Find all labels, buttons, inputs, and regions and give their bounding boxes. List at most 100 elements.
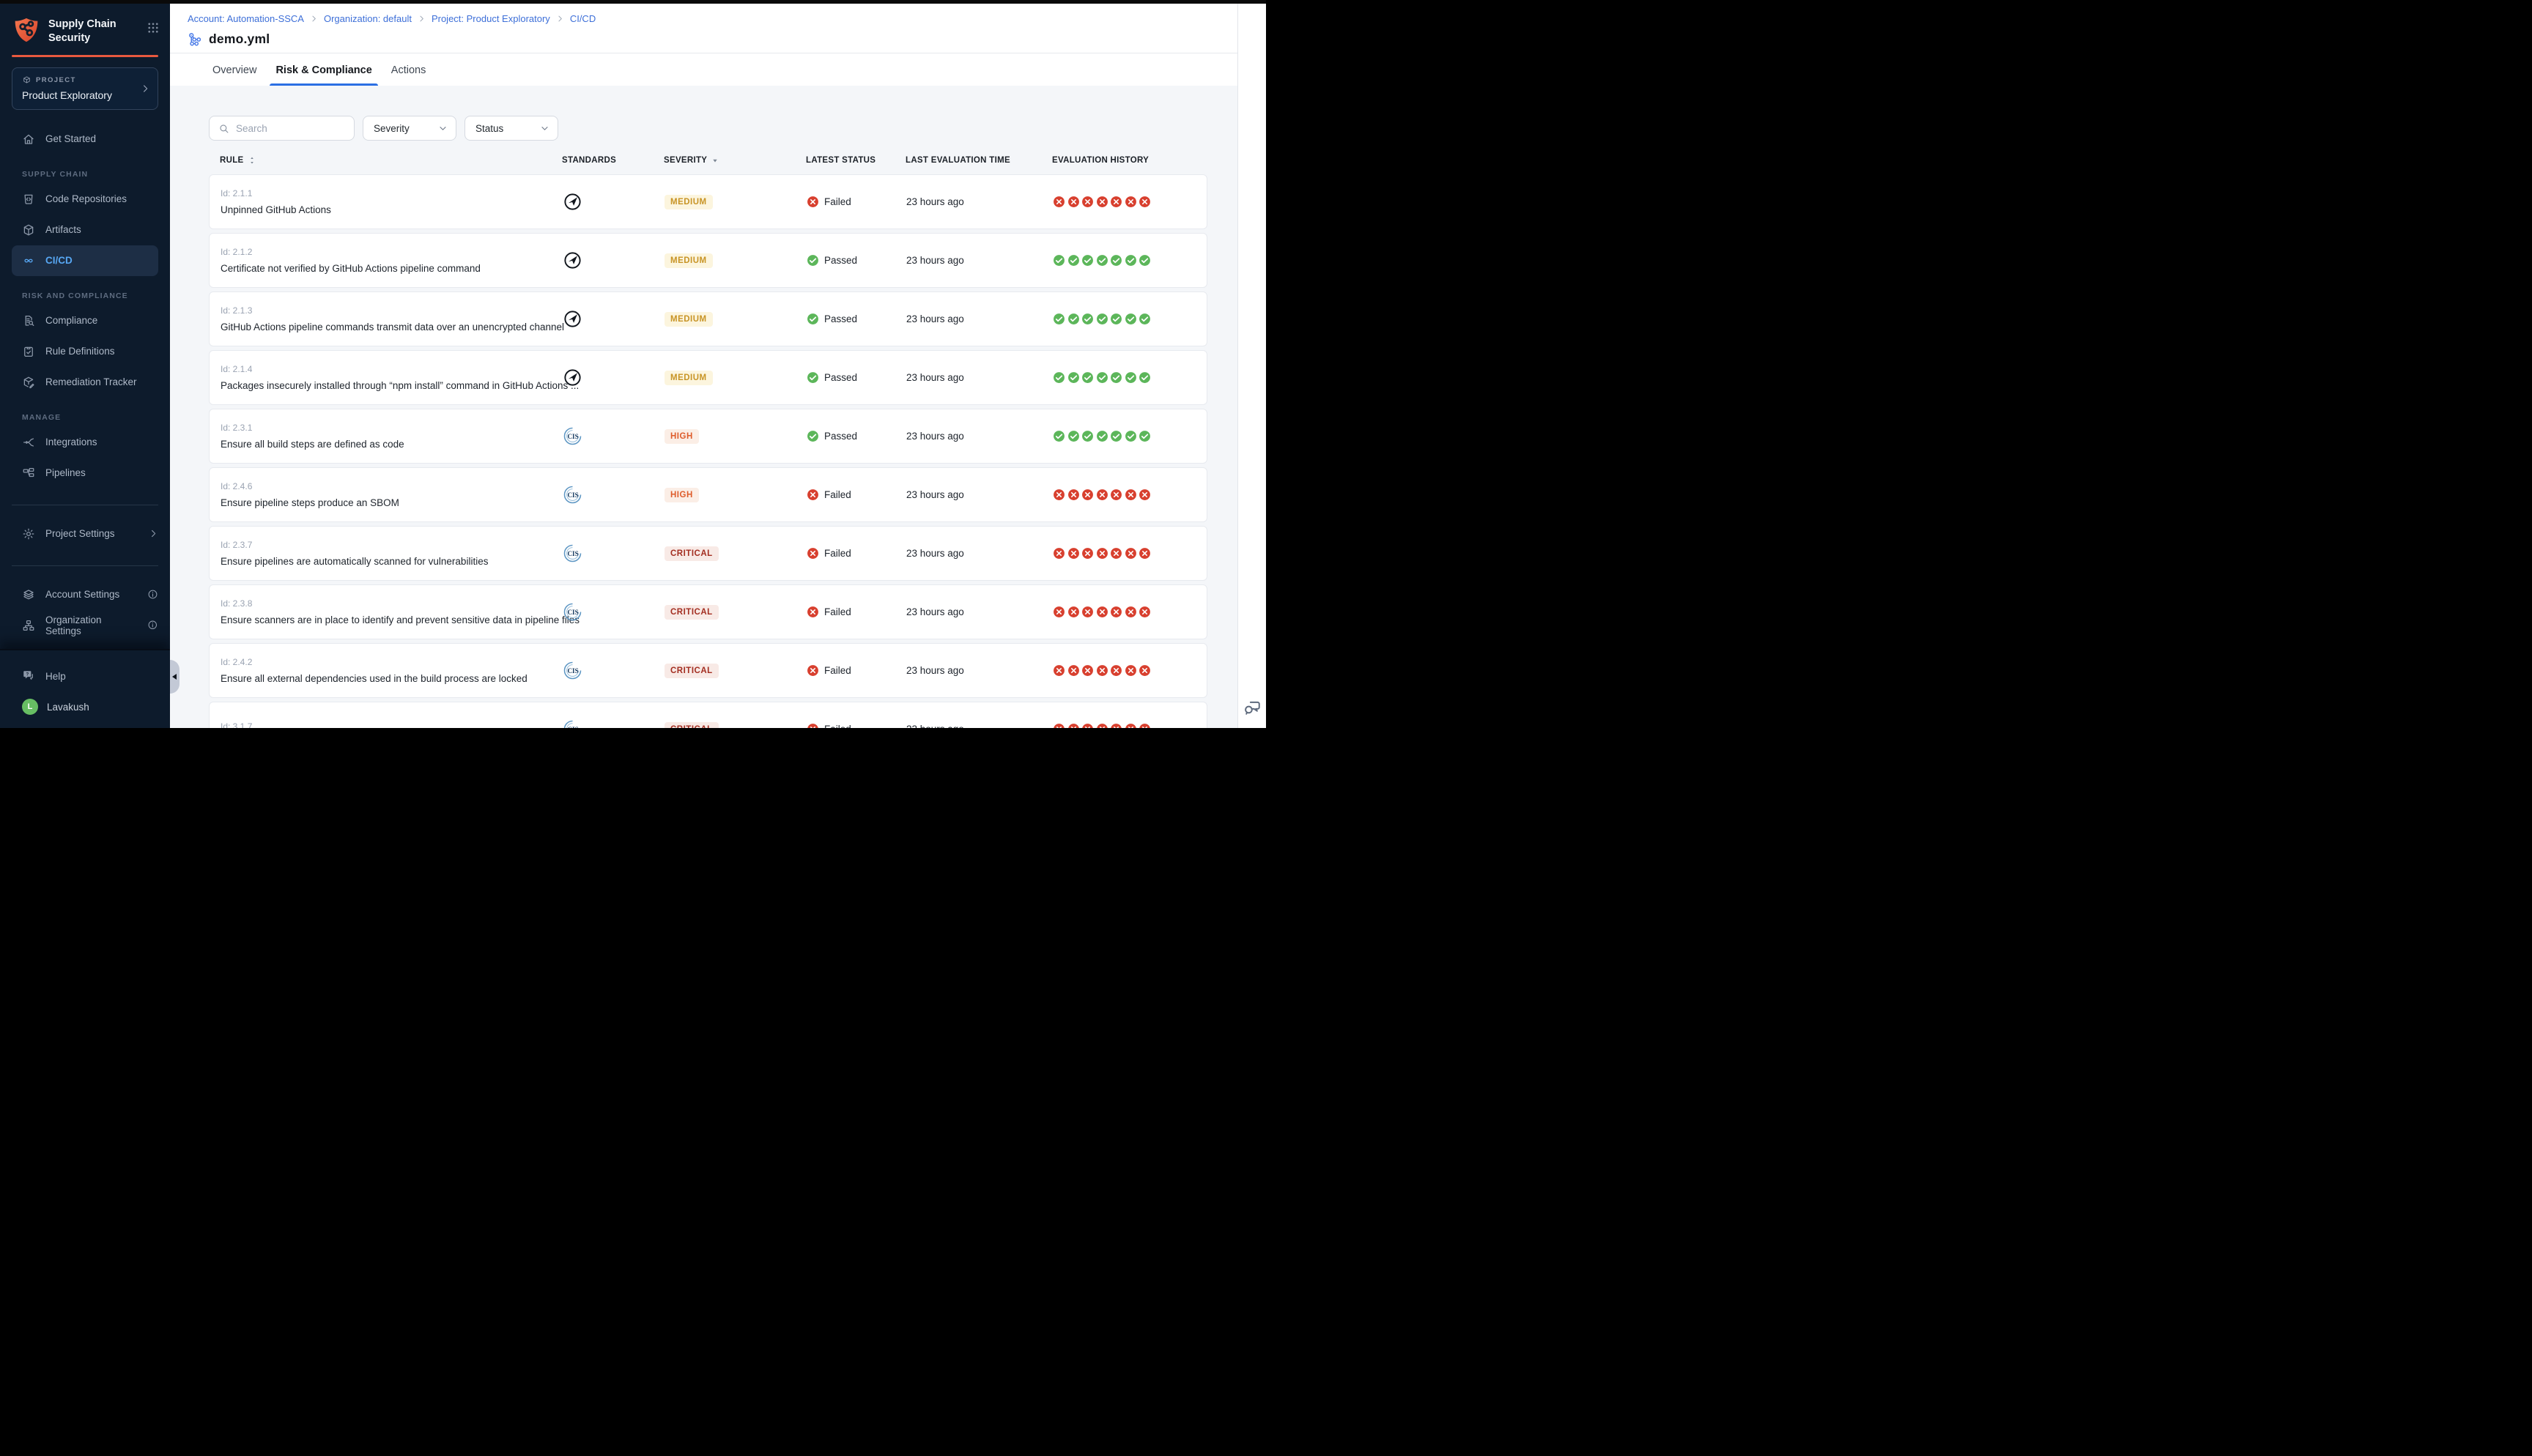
breadcrumb-link-cicd[interactable]: CI/CD [570,13,596,24]
sidebar-item-help[interactable]: ? Help [0,661,170,691]
gear-icon [22,527,35,541]
sidebar-item-compliance[interactable]: Compliance [0,305,170,336]
x-circle-icon [1125,664,1137,677]
sidebar-item-pipelines[interactable]: Pipelines [0,458,170,489]
evaluation-history [1042,254,1207,267]
cis-icon: CIS [563,661,582,680]
x-circle-icon [1125,196,1137,208]
search-input[interactable] [236,123,347,134]
table-row[interactable]: Id: 2.3.1 Ensure all build steps are def… [209,409,1207,464]
info-icon [147,620,158,631]
breadcrumb-separator-icon [310,15,318,23]
check-circle-icon [1053,371,1065,384]
rule-id: Id: 2.1.1 [221,188,552,198]
sidebar-item-ci-cd[interactable]: CI/CD [12,245,158,276]
x-circle-icon [1067,664,1080,677]
check-circle-icon [1067,430,1080,442]
table-row[interactable]: Id: 2.1.2 Certificate not verified by Gi… [209,233,1207,288]
x-circle-icon [1139,489,1151,501]
project-label: PROJECT [36,76,76,84]
check-circle-icon [807,430,819,442]
breadcrumb-link-organization[interactable]: Organization: default [324,13,412,24]
tab-risk-compliance[interactable]: Risk & Compliance [270,64,377,86]
sidebar: Supply Chain Security PROJECT Product Ex… [0,4,170,728]
rule-name: Packages insecurely installed through “n… [221,380,552,391]
tab-actions[interactable]: Actions [385,64,432,86]
evaluation-time: 23 hours ago [895,606,1042,617]
table-row[interactable]: Id: 2.3.7 Ensure pipelines are automatic… [209,526,1207,581]
sidebar-item-remediation-tracker[interactable]: Remediation Tracker [0,367,170,398]
status-text: Passed [824,313,857,324]
sidebar-nav: Get StartedSUPPLY CHAINCode Repositories… [0,124,170,649]
breadcrumb-link-account[interactable]: Account: Automation-SSCA [188,13,304,24]
severity-filter-dropdown[interactable]: Severity [363,116,456,141]
table-row[interactable]: Id: 2.3.8 Ensure scanners are in place t… [209,584,1207,639]
sidebar-item-organization-settings[interactable]: Organization Settings [0,610,170,641]
right-rail [1237,4,1266,728]
rule-id: Id: 2.1.3 [221,305,552,316]
sidebar-item-label: Remediation Tracker [45,376,137,387]
status-text: Failed [824,606,851,617]
sidebar-item-account-settings[interactable]: Account Settings [0,579,170,610]
chevron-down-icon [540,124,549,133]
x-circle-icon [1139,547,1151,560]
evaluation-history [1042,489,1207,501]
user-menu[interactable]: L Lavakush [0,691,170,722]
check-circle-icon [1053,313,1065,325]
evaluation-time: 23 hours ago [895,431,1042,442]
project-selector[interactable]: PROJECT Product Exploratory [12,67,158,110]
sidebar-item-code-repositories[interactable]: Code Repositories [0,184,170,215]
sidebar-item-project-settings[interactable]: Project Settings [0,519,170,549]
table-row[interactable]: Id: 3.1.7 CIS CRITICAL Failed 23 hours a… [209,702,1207,728]
tab-overview[interactable]: Overview [207,64,262,86]
evaluation-history [1042,723,1207,728]
breadcrumb-link-project[interactable]: Project: Product Exploratory [432,13,550,24]
check-circle-icon [807,371,819,384]
table-row[interactable]: Id: 2.4.6 Ensure pipeline steps produce … [209,467,1207,522]
tab-label: Risk & Compliance [275,64,371,76]
x-circle-icon [1110,547,1122,560]
sidebar-item-rule-definitions[interactable]: Rule Definitions [0,336,170,367]
chevron-down-icon [438,124,448,133]
sidebar-bottom: ? Help L Lavakush [0,649,170,728]
table-row[interactable]: Id: 2.4.2 Ensure all external dependenci… [209,643,1207,698]
x-circle-icon [1110,723,1122,728]
app-grid-icon[interactable] [147,21,160,34]
evaluation-time: 23 hours ago [895,372,1042,383]
sidebar-item-label: Organization Settings [45,614,137,636]
sidebar-item-artifacts[interactable]: Artifacts [0,215,170,245]
content-area: Severity Status RULE STANDARDS SEVERITY [170,86,1266,728]
openssf-icon [563,192,582,212]
status-filter-dropdown[interactable]: Status [464,116,558,141]
column-header-last-evaluation-time[interactable]: LAST EVALUATION TIME [895,156,1041,165]
column-header-standards[interactable]: STANDARDS [551,156,653,165]
rule-id: Id: 2.4.6 [221,481,552,491]
x-circle-icon [807,196,819,208]
check-circle-icon [1110,371,1122,384]
x-circle-icon [1139,664,1151,677]
x-circle-icon [1081,606,1094,618]
column-header-severity[interactable]: SEVERITY [653,156,795,165]
chat-bubbles-icon[interactable] [1243,699,1262,718]
status-text: Failed [824,196,851,207]
check-circle-icon [1125,371,1137,384]
check-circle-icon [1139,254,1151,267]
app-header: Supply Chain Security [0,4,170,53]
table-row[interactable]: Id: 2.1.1 Unpinned GitHub Actions MEDIUM… [209,174,1207,229]
table-row[interactable]: Id: 2.1.3 GitHub Actions pipeline comman… [209,291,1207,346]
status-filter-label: Status [475,123,503,134]
column-header-latest-status[interactable]: LATEST STATUS [795,156,895,165]
check-circle-icon [807,313,819,325]
sidebar-collapse-handle[interactable] [170,660,179,694]
tab-label: Actions [391,64,426,76]
severity-badge: MEDIUM [665,312,713,327]
sidebar-item-get-started[interactable]: Get Started [0,124,170,155]
severity-badge: CRITICAL [665,546,719,561]
column-label: LATEST STATUS [806,156,876,165]
sidebar-item-integrations[interactable]: Integrations [0,427,170,458]
column-header-rule[interactable]: RULE [220,156,551,165]
column-header-evaluation-history[interactable]: EVALUATION HISTORY [1041,156,1207,165]
check-circle-icon [1053,430,1065,442]
sidebar-item-label: Project Settings [45,528,115,539]
table-row[interactable]: Id: 2.1.4 Packages insecurely installed … [209,350,1207,405]
